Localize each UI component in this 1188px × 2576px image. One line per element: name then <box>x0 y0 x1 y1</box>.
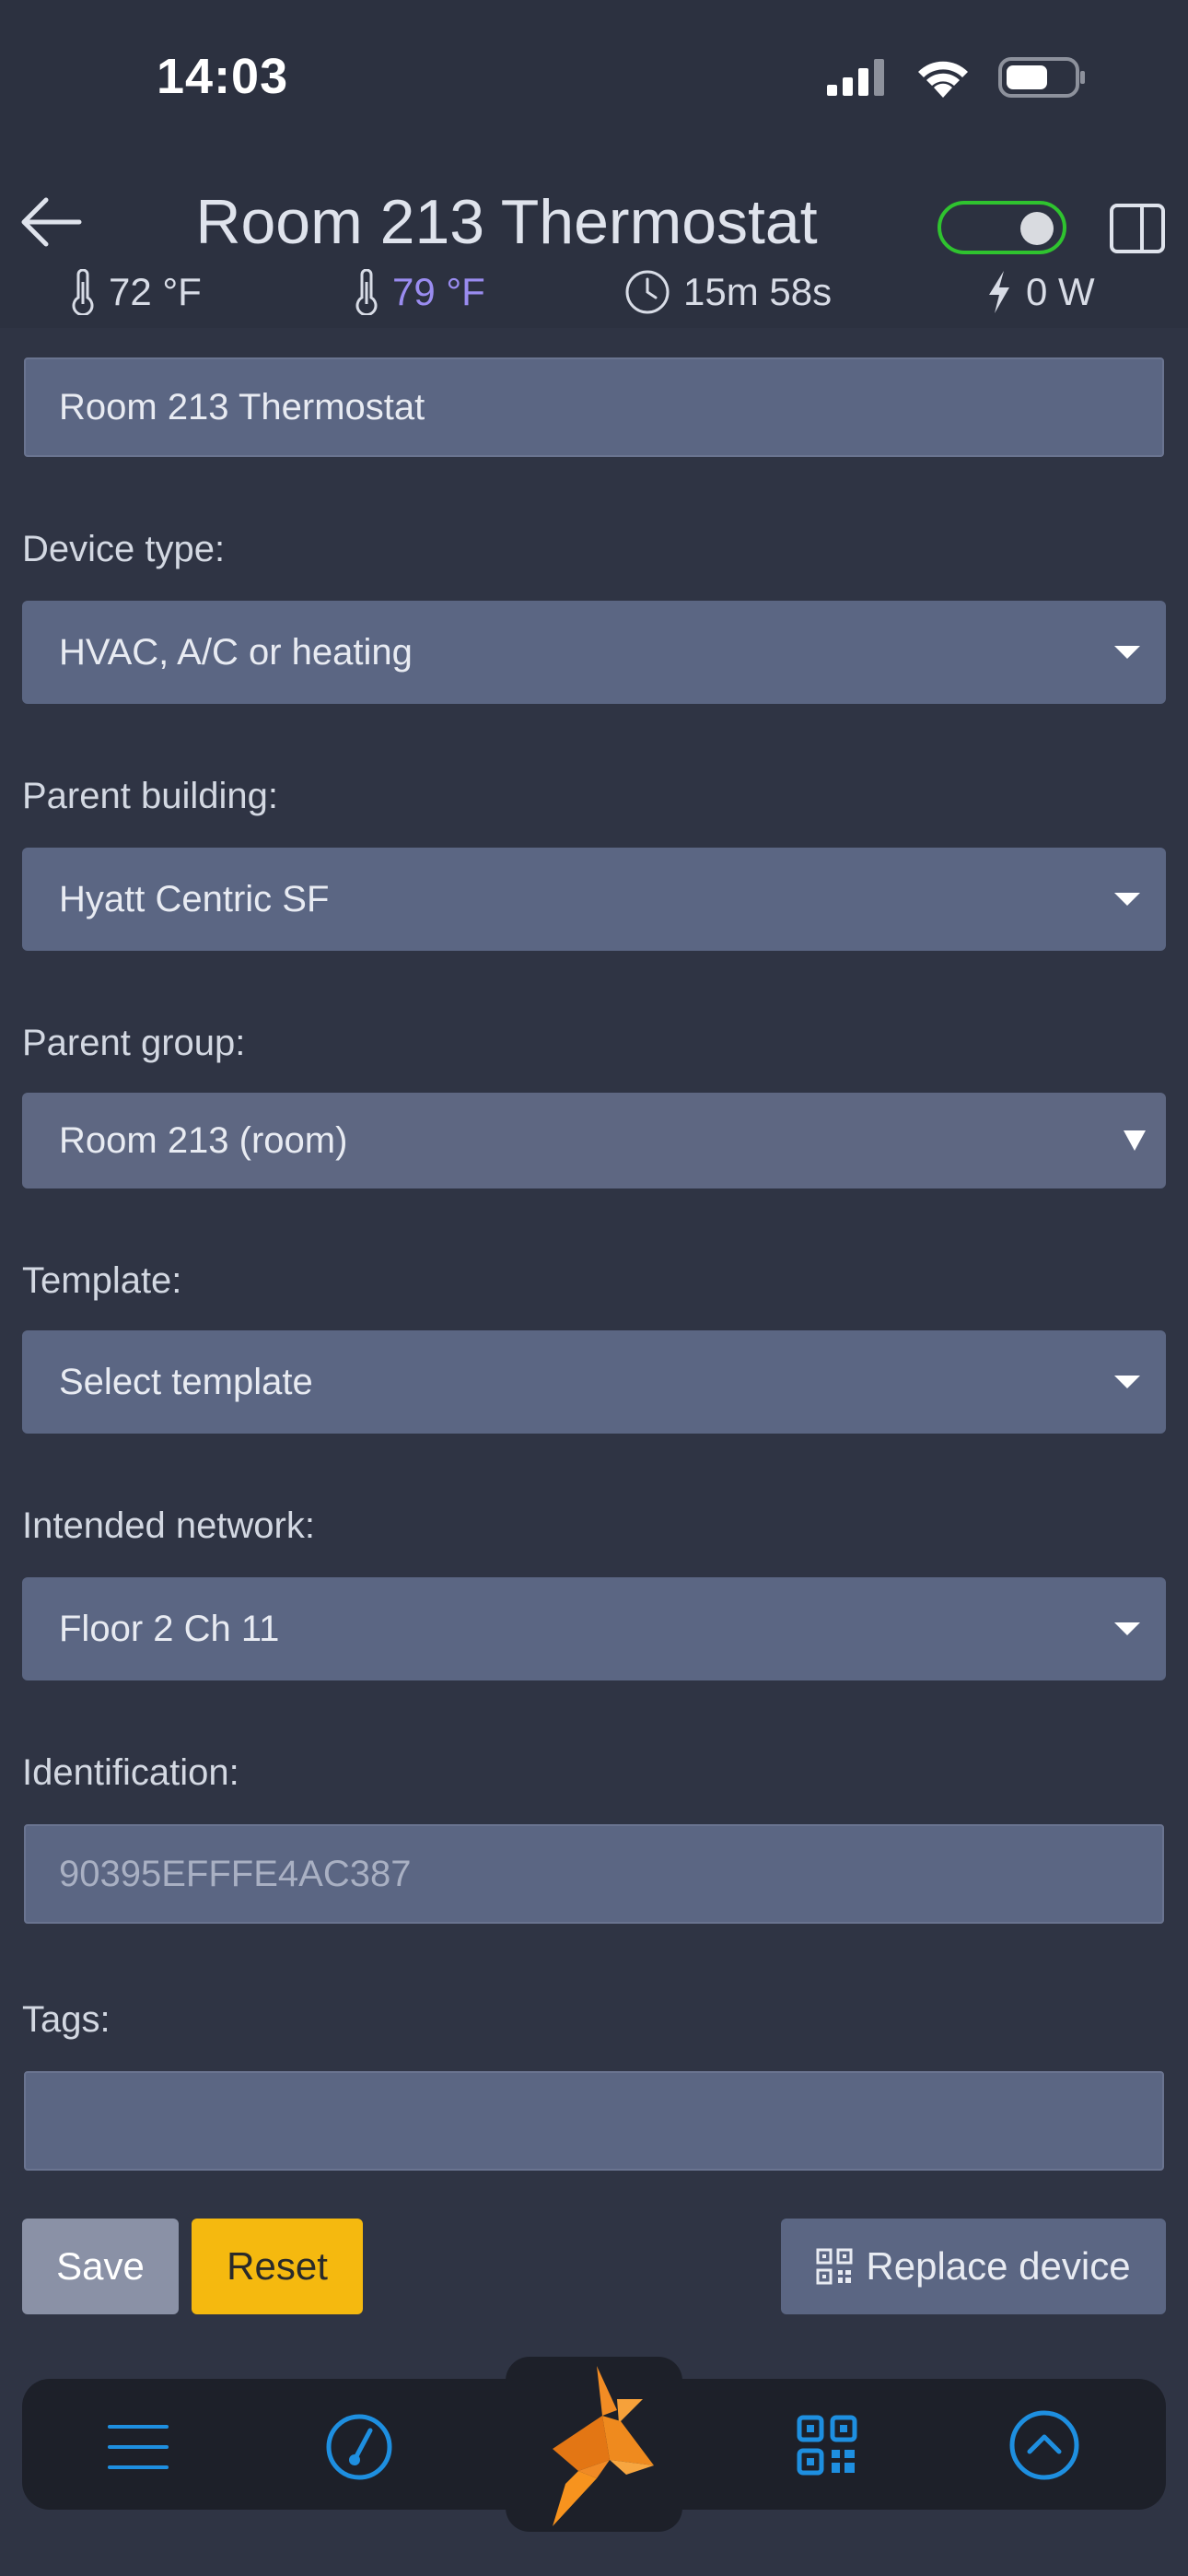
qr-code-icon <box>816 2248 853 2285</box>
device-type-value: HVAC, A/C or heating <box>59 631 413 673</box>
device-header: Room 213 Thermostat 72 °F 79 °F 15m 58s … <box>0 166 1188 328</box>
device-name-input[interactable]: Room 213 Thermostat <box>24 357 1164 457</box>
setpoint-temp-value: 79 °F <box>392 270 485 313</box>
tags-input[interactable] <box>24 2071 1164 2171</box>
dashboard-button[interactable] <box>320 2408 398 2486</box>
device-enabled-toggle[interactable] <box>938 201 1066 254</box>
chevron-down-icon <box>1114 1622 1140 1635</box>
clock-icon <box>625 270 670 314</box>
tags-label: Tags: <box>22 1999 111 2040</box>
stat-current-temp: 72 °F <box>70 269 202 315</box>
intended-network-select[interactable]: Floor 2 Ch 11 <box>22 1577 1166 1680</box>
scan-qr-button[interactable] <box>790 2408 864 2482</box>
device-stats: 72 °F 79 °F 15m 58s 0 W <box>0 269 1188 324</box>
parent-building-select[interactable]: Hyatt Centric SF <box>22 848 1166 951</box>
scroll-up-icon <box>1009 2410 1079 2480</box>
cellular-signal-icon <box>827 59 884 96</box>
status-time: 14:03 <box>157 49 289 104</box>
thermometer-icon <box>355 269 378 315</box>
back-arrow-icon <box>21 197 82 247</box>
side-panel-icon <box>1110 204 1165 253</box>
page-title: Room 213 Thermostat <box>195 187 818 257</box>
stat-power: 0 W <box>985 269 1095 315</box>
chevron-down-icon <box>1124 1130 1146 1151</box>
gauge-icon <box>326 2414 392 2480</box>
parent-group-label: Parent group: <box>22 1023 246 1063</box>
lightning-icon <box>989 271 1009 313</box>
qr-code-icon <box>797 2415 857 2476</box>
intended-network-value: Floor 2 Ch 11 <box>59 1608 280 1649</box>
elapsed-value: 15m 58s <box>683 270 833 313</box>
status-bar: 14:03 <box>0 0 1188 166</box>
chevron-down-icon <box>1114 646 1140 659</box>
side-panel-button[interactable] <box>1109 203 1166 254</box>
template-value: Select template <box>59 1361 313 1402</box>
identification-input[interactable]: 90395EFFFE4AC387 <box>24 1824 1164 1924</box>
parent-building-label: Parent building: <box>22 776 278 816</box>
template-label: Template: <box>22 1260 182 1301</box>
identification-label: Identification: <box>22 1752 239 1793</box>
bird-logo <box>553 2366 654 2526</box>
battery-icon <box>998 57 1085 98</box>
replace-device-label: Replace device <box>866 2244 1131 2288</box>
save-button[interactable]: Save <box>22 2219 179 2314</box>
parent-group-value: Room 213 (room) <box>59 1119 348 1161</box>
toggle-knob <box>1020 212 1054 245</box>
current-temp-value: 72 °F <box>109 270 202 313</box>
power-value: 0 W <box>1026 270 1095 313</box>
device-type-label: Device type: <box>22 529 226 569</box>
menu-icon <box>108 2425 169 2469</box>
replace-device-button[interactable]: Replace device <box>781 2219 1166 2314</box>
template-select[interactable]: Select template <box>22 1330 1166 1434</box>
chevron-down-icon <box>1114 1376 1140 1388</box>
chevron-down-icon <box>1114 893 1140 906</box>
menu-button[interactable] <box>101 2410 175 2484</box>
device-type-select[interactable]: HVAC, A/C or heating <box>22 601 1166 704</box>
thermometer-icon <box>72 269 94 315</box>
parent-group-select[interactable]: Room 213 (room) <box>22 1093 1166 1188</box>
reset-button[interactable]: Reset <box>192 2219 363 2314</box>
status-icons <box>827 57 1087 98</box>
wifi-icon <box>918 61 968 98</box>
stat-elapsed: 15m 58s <box>624 269 832 315</box>
home-logo-button[interactable] <box>525 2364 672 2530</box>
stat-setpoint-temp: 79 °F <box>354 269 485 315</box>
parent-building-value: Hyatt Centric SF <box>59 878 330 919</box>
intended-network-label: Intended network: <box>22 1505 315 1546</box>
scroll-to-top-button[interactable] <box>1006 2406 1083 2484</box>
back-button[interactable] <box>18 190 83 254</box>
